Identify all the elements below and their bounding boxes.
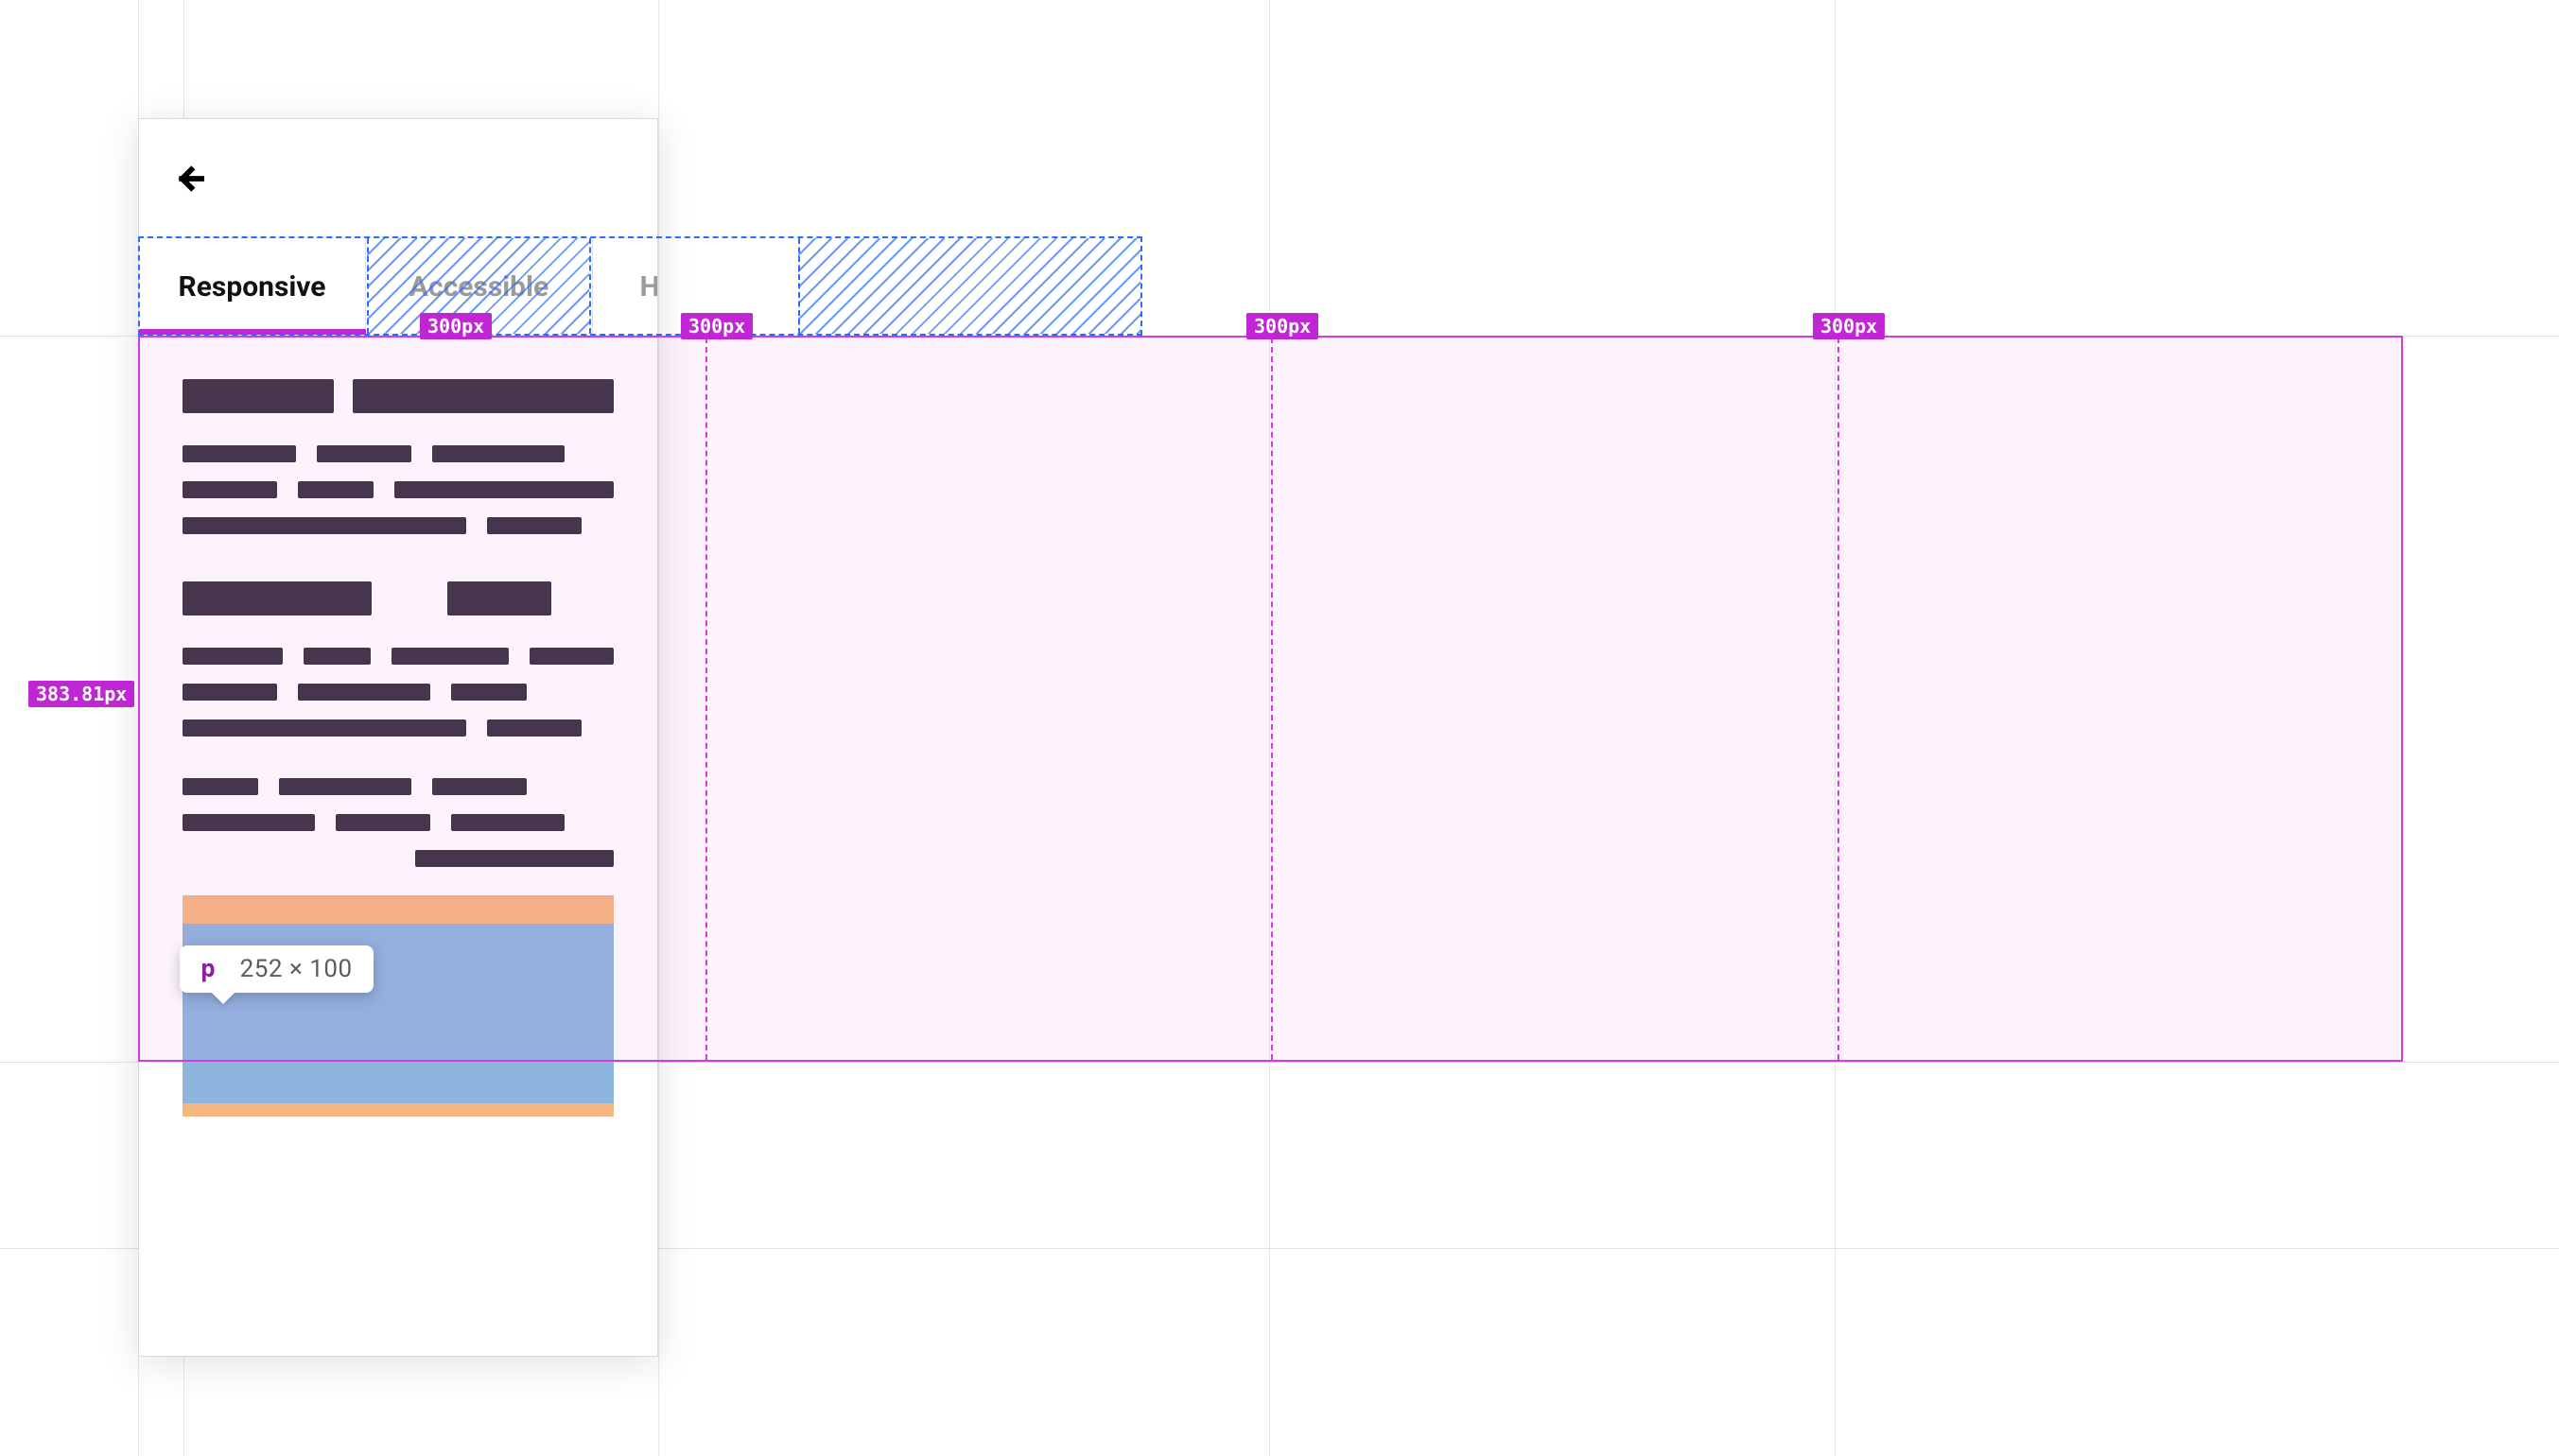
tooltip-element-tag: p	[200, 955, 216, 983]
grid-gap-label: 300px	[1813, 313, 1885, 339]
vertical-guide	[1269, 0, 1270, 1456]
back-arrow-icon[interactable]	[169, 158, 211, 199]
vertical-guide	[1835, 0, 1836, 1456]
skeleton-card	[183, 379, 614, 534]
skeleton-card	[183, 581, 614, 1117]
box-model-margin-band	[183, 895, 614, 924]
grid-gap-label: 300px	[681, 313, 753, 339]
tooltip-element-dimensions: 252 × 100	[240, 955, 353, 983]
grid-column-separator: 300px	[1271, 338, 1273, 1060]
flex-gap-hatch	[798, 238, 1142, 334]
flex-item-separator	[798, 238, 800, 334]
preview-device-frame: Responsive Accessible Horizontal	[138, 118, 658, 1357]
element-inspector-tooltip: p 252 × 100	[180, 945, 374, 993]
grid-height-label: 383.81px	[28, 681, 134, 707]
grid-gap-label: 300px	[1246, 313, 1318, 339]
box-model-margin-band	[183, 1103, 614, 1117]
grid-column-separator: 300px	[705, 338, 707, 1060]
tab-horizontal[interactable]: Horizontal	[593, 238, 657, 335]
grid-column-separator: 300px	[1837, 338, 1839, 1060]
preview-scroll-area[interactable]	[139, 336, 657, 1356]
tab-responsive[interactable]: Responsive	[139, 238, 366, 335]
tab-active-underline	[139, 329, 366, 336]
vertical-guide	[658, 0, 659, 1456]
tab-accessible[interactable]: Accessible	[366, 238, 593, 335]
preview-tabs: Responsive Accessible Horizontal	[139, 237, 657, 336]
preview-topbar	[139, 119, 657, 237]
